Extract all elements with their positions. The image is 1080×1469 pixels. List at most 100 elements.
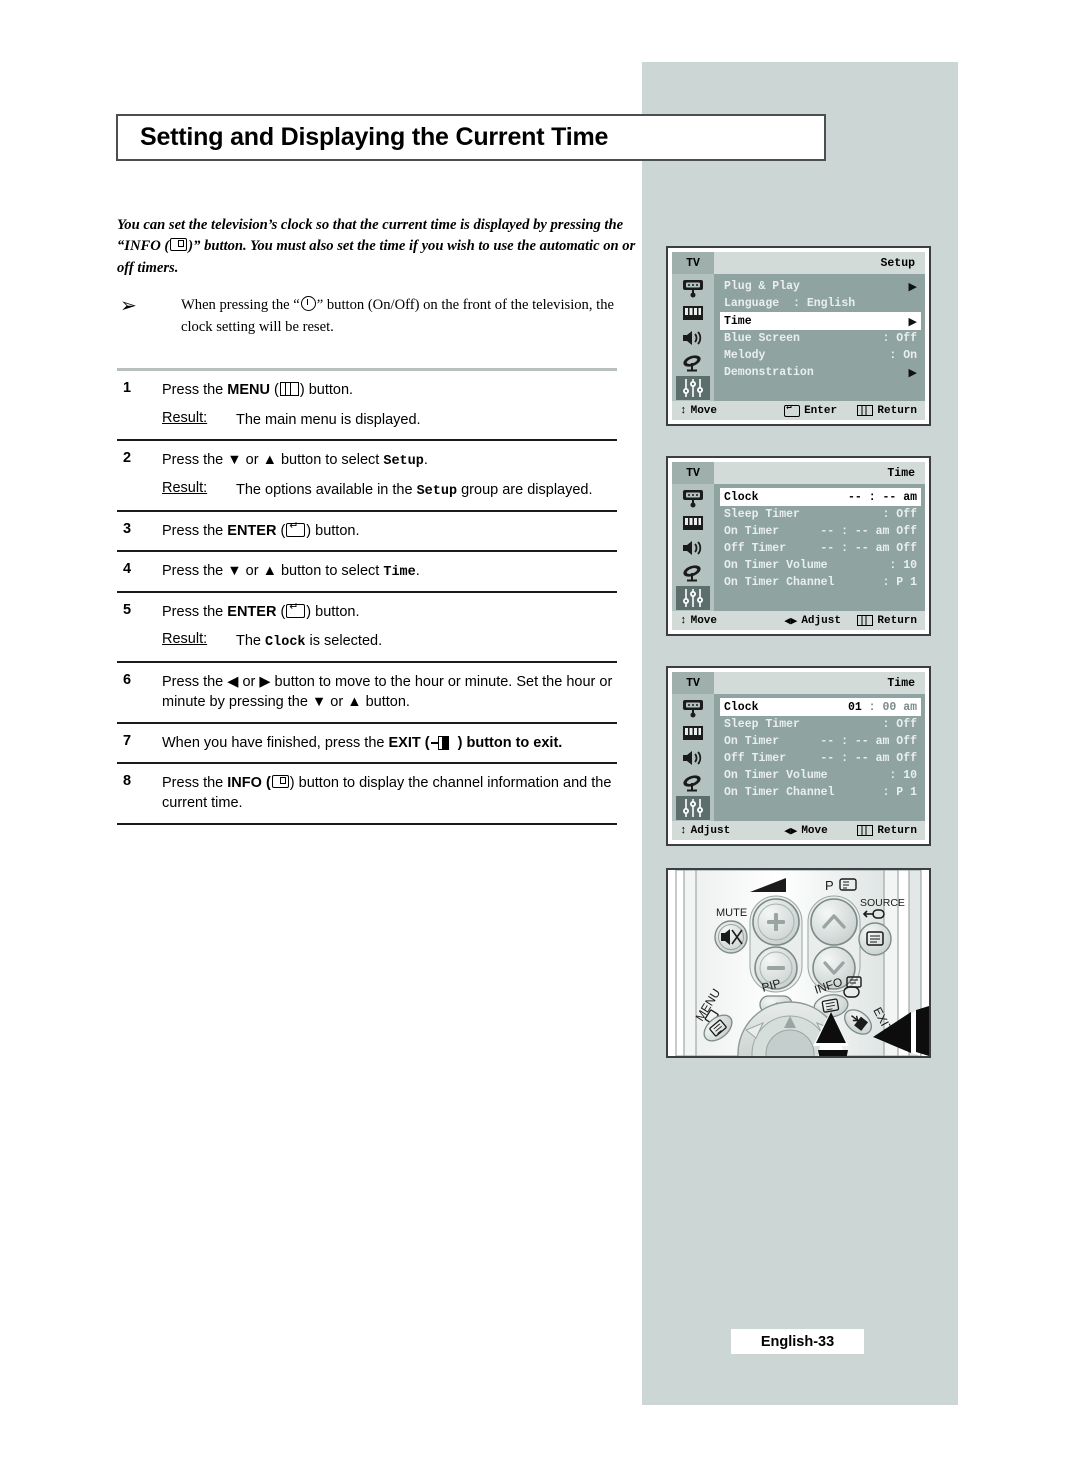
note-arrow-icon: ➢: [120, 293, 137, 317]
osd-footer-move: ↕ Move: [672, 405, 784, 417]
osd-row-label: On Timer Channel: [724, 576, 835, 589]
osd-body: Clock -- : -- am Sleep Timer: Off On Time…: [672, 484, 925, 611]
osd-inner: TV Time: [672, 462, 925, 630]
osd-row-label: On Timer: [724, 525, 780, 538]
osd-row[interactable]: On Timer Volume: 10: [724, 557, 917, 574]
power-icon: [300, 296, 316, 311]
intro-paragraph: You can set the television’s clock so th…: [117, 215, 637, 279]
picture-settings-icon[interactable]: [676, 301, 710, 325]
step-body: Press the MENU () button. Result: The ma…: [162, 380, 617, 430]
osd-row[interactable]: On Timer -- : -- am Off: [724, 523, 917, 540]
osd-row[interactable]: On Timer Volume: 10: [724, 767, 917, 784]
osd-source-label: TV: [672, 462, 714, 484]
sound-speaker-icon[interactable]: [676, 536, 710, 560]
osd-row-selected[interactable]: Clock -- : -- am: [720, 488, 921, 506]
picture-monitor-icon[interactable]: [676, 486, 710, 510]
osd-row-label: Plug & Play: [724, 280, 800, 293]
osd-item-list: Clock -- : -- am Sleep Timer: Off On Time…: [714, 484, 925, 611]
sound-speaker-icon[interactable]: [676, 326, 710, 350]
osd-title: Setup: [880, 256, 915, 270]
picture-monitor-icon[interactable]: [676, 276, 710, 300]
osd-row-label: Language : English: [724, 297, 856, 310]
osd-footer-return: Return: [857, 405, 925, 417]
osd-row[interactable]: Demonstration ▶: [724, 364, 917, 381]
osd-footer-label: Return: [877, 404, 917, 417]
step-text-a: Press the: [162, 382, 228, 398]
result-text-b: is selected.: [305, 633, 383, 650]
step-text-b: (: [276, 603, 286, 620]
page-number-label: English-33: [760, 1333, 835, 1350]
step-text: Press the ENTER () button.: [162, 601, 617, 623]
osd-row[interactable]: On Timer -- : -- am Off: [724, 733, 917, 750]
remote-mute-label: MUTE: [716, 907, 747, 919]
sound-speaker-icon[interactable]: [676, 746, 710, 770]
step-text-b: (: [276, 522, 286, 539]
osd-row-selected[interactable]: Clock 01 : 00 am: [720, 698, 921, 716]
step-text-a: Press the: [162, 774, 228, 791]
menu-icon: [857, 615, 874, 626]
osd-row-label: Off Timer: [724, 542, 787, 555]
picture-monitor-icon[interactable]: [676, 696, 710, 720]
result-text-a: The options available in the: [236, 481, 417, 498]
result-text: The Clock is selected.: [236, 631, 382, 652]
result-label: Result:: [162, 479, 208, 496]
osd-row[interactable]: Off Timer -- : -- am Off: [724, 540, 917, 557]
result-text-a: The: [236, 633, 266, 650]
picture-settings-icon[interactable]: [676, 721, 710, 745]
channel-satellite-icon[interactable]: [676, 771, 710, 795]
channel-satellite-icon[interactable]: [676, 351, 710, 375]
remote-control-illustration: MUTE P SOURCE PIP INFO MENU EXIT: [666, 868, 931, 1058]
step-result: Result: The options available in the Set…: [162, 480, 617, 501]
leftright-arrow-icon: ◀▶: [784, 825, 798, 838]
osd-footer-label: Return: [877, 614, 917, 627]
setup-sliders-icon[interactable]: [676, 796, 710, 820]
leftright-arrow-icon: ◀▶: [784, 615, 798, 628]
step-text-c: ) button to exit.: [453, 734, 563, 751]
page-title: Setting and Displaying the Current Time: [140, 123, 609, 151]
osd-row[interactable]: Melody: On: [724, 347, 917, 364]
osd-row-value-rest: : 00 am: [861, 700, 917, 714]
setup-sliders-icon[interactable]: [676, 586, 710, 610]
page-footer: English-33: [731, 1329, 864, 1354]
channel-satellite-icon[interactable]: [676, 561, 710, 585]
step-body: When you have finished, press the EXIT (…: [162, 733, 617, 754]
osd-row-selected[interactable]: Time ▶: [720, 312, 921, 330]
osd-footer-move: ↕ Move: [672, 615, 784, 627]
chevron-right-icon: ▶: [908, 366, 917, 379]
osd-row[interactable]: Plug & Play ▶: [724, 278, 917, 295]
osd-body: Clock 01 : 00 am Sleep Timer: Off On Time…: [672, 694, 925, 821]
steps-list: 1 Press the MENU () button. Result: The …: [117, 368, 617, 825]
step-row: 5 Press the ENTER () button. Result: The…: [117, 593, 617, 662]
osd-row-label: On Timer Volume: [724, 559, 828, 572]
result-text: The main menu is displayed.: [236, 411, 421, 428]
osd-row[interactable]: Blue Screen: Off: [724, 330, 917, 347]
osd-row-value: -- : -- am: [847, 490, 917, 504]
osd-row[interactable]: On Timer Channel: P 1: [724, 574, 917, 591]
osd-row[interactable]: Sleep Timer: Off: [724, 716, 917, 733]
osd-row-value: -- : -- am Off: [820, 752, 917, 765]
osd-row[interactable]: Off Timer -- : -- am Off: [724, 750, 917, 767]
chevron-right-icon: ▶: [908, 280, 917, 293]
osd-row-label: On Timer Channel: [724, 786, 835, 799]
osd-row[interactable]: Language : English: [724, 295, 917, 312]
osd-row-label: Melody: [724, 349, 766, 362]
step-body: Press the ENTER () button. Result: The C…: [162, 601, 617, 653]
step-text-c: ) button.: [299, 382, 354, 398]
picture-settings-icon[interactable]: [676, 511, 710, 535]
step-row: 2 Press the ▼ or ▲ button to select Setu…: [117, 441, 617, 510]
osd-footer: ↕ Move ◀▶ Adjust Return: [672, 611, 925, 630]
osd-row-value: -- : -- am Off: [820, 525, 917, 538]
osd-inner: TV Time: [672, 672, 925, 840]
remote-svg: MUTE P SOURCE PIP INFO MENU EXIT: [675, 870, 929, 1056]
osd-row[interactable]: Sleep Timer: Off: [724, 506, 917, 523]
result-menu-name: Setup: [416, 483, 458, 499]
enter-icon: [286, 520, 306, 537]
setup-sliders-icon[interactable]: [676, 376, 710, 400]
osd-row-label: On Timer Volume: [724, 769, 828, 782]
osd-row-label: Demonstration: [724, 366, 814, 379]
osd-footer-adjust: ↕ Adjust: [672, 825, 784, 837]
osd-body: Plug & Play ▶ Language : English Time ▶ Bl…: [672, 274, 925, 401]
osd-row-label: On Timer: [724, 735, 780, 748]
osd-row[interactable]: On Timer Channel: P 1: [724, 784, 917, 801]
osd-row-value: : Off: [882, 332, 917, 345]
